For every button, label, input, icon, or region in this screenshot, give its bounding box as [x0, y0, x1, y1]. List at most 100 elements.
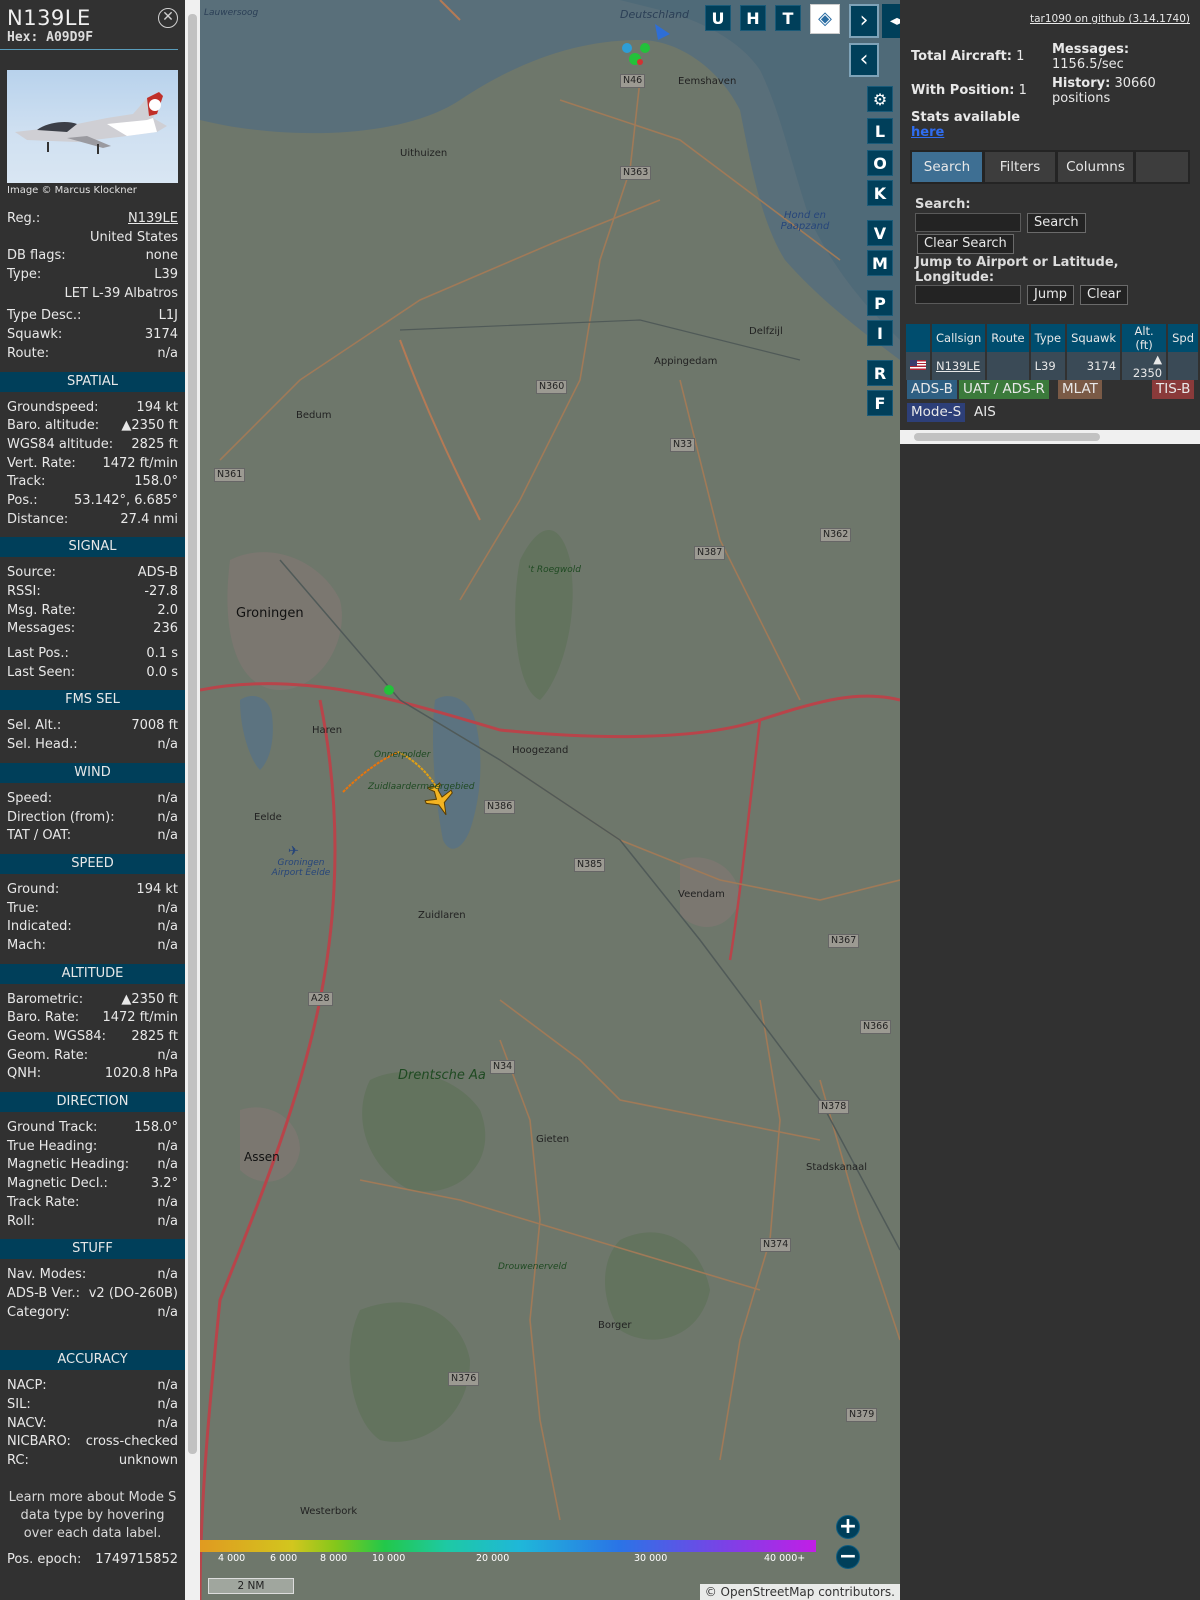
zoom-in-icon[interactable]: +	[836, 1515, 860, 1539]
info-row-label: NACP:	[7, 1378, 47, 1394]
info-row: True: n/a	[0, 900, 185, 919]
tab-search[interactable]: Search	[912, 152, 982, 182]
search-input[interactable]	[915, 213, 1021, 232]
info-row-label: Msg. Rate:	[7, 602, 76, 618]
scrollbar-thumb[interactable]	[188, 14, 197, 1454]
info-row-label: Messages:	[7, 621, 76, 637]
info-row-value: n/a	[157, 790, 178, 806]
info-row-value: n/a	[157, 1304, 178, 1320]
tab-filters[interactable]: Filters	[985, 152, 1055, 182]
total-aircraft: Total Aircraft: 1	[911, 49, 1025, 64]
aircraft-list-panel: tar1090 on github (3.14.1740) Total Airc…	[900, 0, 1200, 1600]
road-shield: N376	[448, 1372, 480, 1386]
info-row: RSSI: -27.8	[0, 583, 185, 602]
tab-columns[interactable]: Columns	[1058, 152, 1133, 182]
toggle-k-button[interactable]: K	[867, 180, 893, 206]
col-flag[interactable]	[906, 324, 932, 352]
map-attribution[interactable]: © OpenStreetMap contributors.	[699, 1584, 900, 1600]
place-label: Groningen	[236, 606, 304, 621]
col-callsign[interactable]: Callsign	[931, 324, 988, 352]
zoom-out-icon[interactable]: −	[836, 1545, 860, 1569]
layers-icon[interactable]: ◈	[810, 4, 840, 34]
info-row-label: Sel. Head.:	[7, 737, 78, 753]
info-row: WGS84 altitude: 2825 ft	[0, 436, 185, 455]
place-label: Haren	[312, 725, 343, 736]
table-horizontal-scrollbar[interactable]	[900, 430, 1200, 444]
close-icon[interactable]: ✕	[158, 8, 178, 28]
clear-search-button[interactable]: Clear Search	[917, 234, 1014, 254]
info-row-value: 2825 ft	[131, 1029, 178, 1044]
source-badge: Mode-S	[907, 403, 966, 422]
settings-gear-icon[interactable]: ⚙	[867, 86, 893, 112]
registration-link[interactable]: N139LE	[128, 210, 178, 229]
toggle-v-button[interactable]: V	[867, 220, 893, 246]
github-credit-link[interactable]: tar1090 on github (3.14.1740)	[1030, 13, 1190, 25]
source-badge: AIS	[974, 404, 996, 420]
stats-here-link[interactable]: here	[911, 125, 944, 140]
info-row: NICBARO: cross-checked	[0, 1433, 185, 1452]
fms-rows: Sel. Alt.: 7008 ft Sel. Head.: n/a	[0, 717, 185, 754]
collapse-left-icon[interactable]: ‹	[849, 43, 879, 77]
toggle-u-button[interactable]: U	[705, 5, 731, 31]
toggle-r-button[interactable]: R	[867, 360, 893, 386]
altitude-legend-label: 20 000	[476, 1553, 510, 1564]
dbflags-row: DB flags: none	[7, 248, 178, 264]
col-alt[interactable]: Alt. (ft)	[1121, 324, 1169, 352]
info-row: Groundspeed: 194 kt	[0, 399, 185, 418]
info-row-label: TAT / OAT:	[7, 828, 72, 844]
jump-button[interactable]: Jump	[1027, 285, 1074, 305]
altitude-legend-label: 4 000	[218, 1553, 246, 1564]
col-type[interactable]: Type	[1029, 324, 1068, 352]
aircraft-table: Callsign Route Type Squawk Alt. (ft) Spd…	[906, 324, 1200, 380]
toggle-m-button[interactable]: M	[867, 250, 893, 276]
info-row-value: 1472 ft/min	[102, 455, 178, 471]
col-route[interactable]: Route	[986, 324, 1031, 352]
info-row: QNH: 1020.8 hPa	[0, 1065, 185, 1084]
info-row: Nav. Modes: n/a	[0, 1266, 185, 1285]
info-row-value: n/a	[157, 900, 178, 916]
info-row: Ground Track: 158.0°	[0, 1119, 185, 1138]
toggle-t-button[interactable]: T	[775, 5, 801, 31]
info-row: Track Rate: n/a	[0, 1194, 185, 1213]
toggle-f-button[interactable]: F	[867, 390, 893, 416]
jump-input[interactable]	[915, 285, 1021, 304]
toggle-h-button[interactable]: H	[740, 5, 766, 31]
toggle-p-button[interactable]: P	[867, 290, 893, 316]
road-shield: N363	[620, 166, 652, 180]
expand-right-icon[interactable]: ›	[849, 4, 879, 38]
squawk-row: Squawk: 3174	[7, 327, 178, 343]
road-shield: N385	[574, 858, 606, 872]
tab-blank[interactable]	[1136, 152, 1188, 182]
resize-panels-icon[interactable]: ◂▸	[882, 4, 900, 38]
row-callsign[interactable]: N139LE	[936, 359, 980, 373]
info-row-label: Mach:	[7, 937, 46, 953]
left-panel-scrollbar[interactable]	[185, 0, 200, 1600]
map[interactable]: ✈ Deutschland Lauwersoog Eemshaven Uithuize…	[200, 0, 900, 1600]
hscroll-thumb[interactable]	[914, 433, 1100, 441]
map-canvas[interactable]: ✈	[200, 0, 900, 1600]
photo-credit: Image © Marcus Klockner	[7, 185, 137, 196]
info-row-value: n/a	[157, 1157, 178, 1173]
info-row: TAT / OAT: n/a	[0, 827, 185, 846]
toggle-o-button[interactable]: O	[867, 150, 893, 176]
info-row-value: 1020.8 hPa	[104, 1066, 178, 1082]
info-row-value: 1472 ft/min	[102, 1010, 178, 1026]
typedesc-row: Type Desc.: L1J	[7, 308, 178, 324]
col-spd[interactable]: Spd	[1167, 324, 1200, 352]
aircraft-photo[interactable]	[7, 70, 178, 183]
clear-jump-button[interactable]: Clear	[1080, 285, 1128, 305]
info-row-value: 53.142°, 6.685°	[74, 492, 178, 508]
source-badge: UAT / ADS-R	[959, 380, 1049, 399]
info-row-label: True:	[7, 900, 39, 916]
info-row-label: RSSI:	[7, 584, 41, 599]
table-row[interactable]: N139LE L39 3174 ▲ 2350	[906, 352, 1200, 380]
stats-available: Stats available here	[911, 110, 1021, 140]
place-label: Zuidlaren	[418, 910, 466, 921]
toggle-i-button[interactable]: I	[867, 320, 893, 346]
info-row-value: n/a	[157, 1378, 178, 1394]
col-squawk[interactable]: Squawk	[1066, 324, 1123, 352]
toggle-l-button[interactable]: L	[867, 118, 893, 144]
search-button[interactable]: Search	[1027, 213, 1086, 233]
info-row: Last Seen: 0.0 s	[0, 664, 185, 683]
road-shield: N360	[536, 380, 568, 394]
